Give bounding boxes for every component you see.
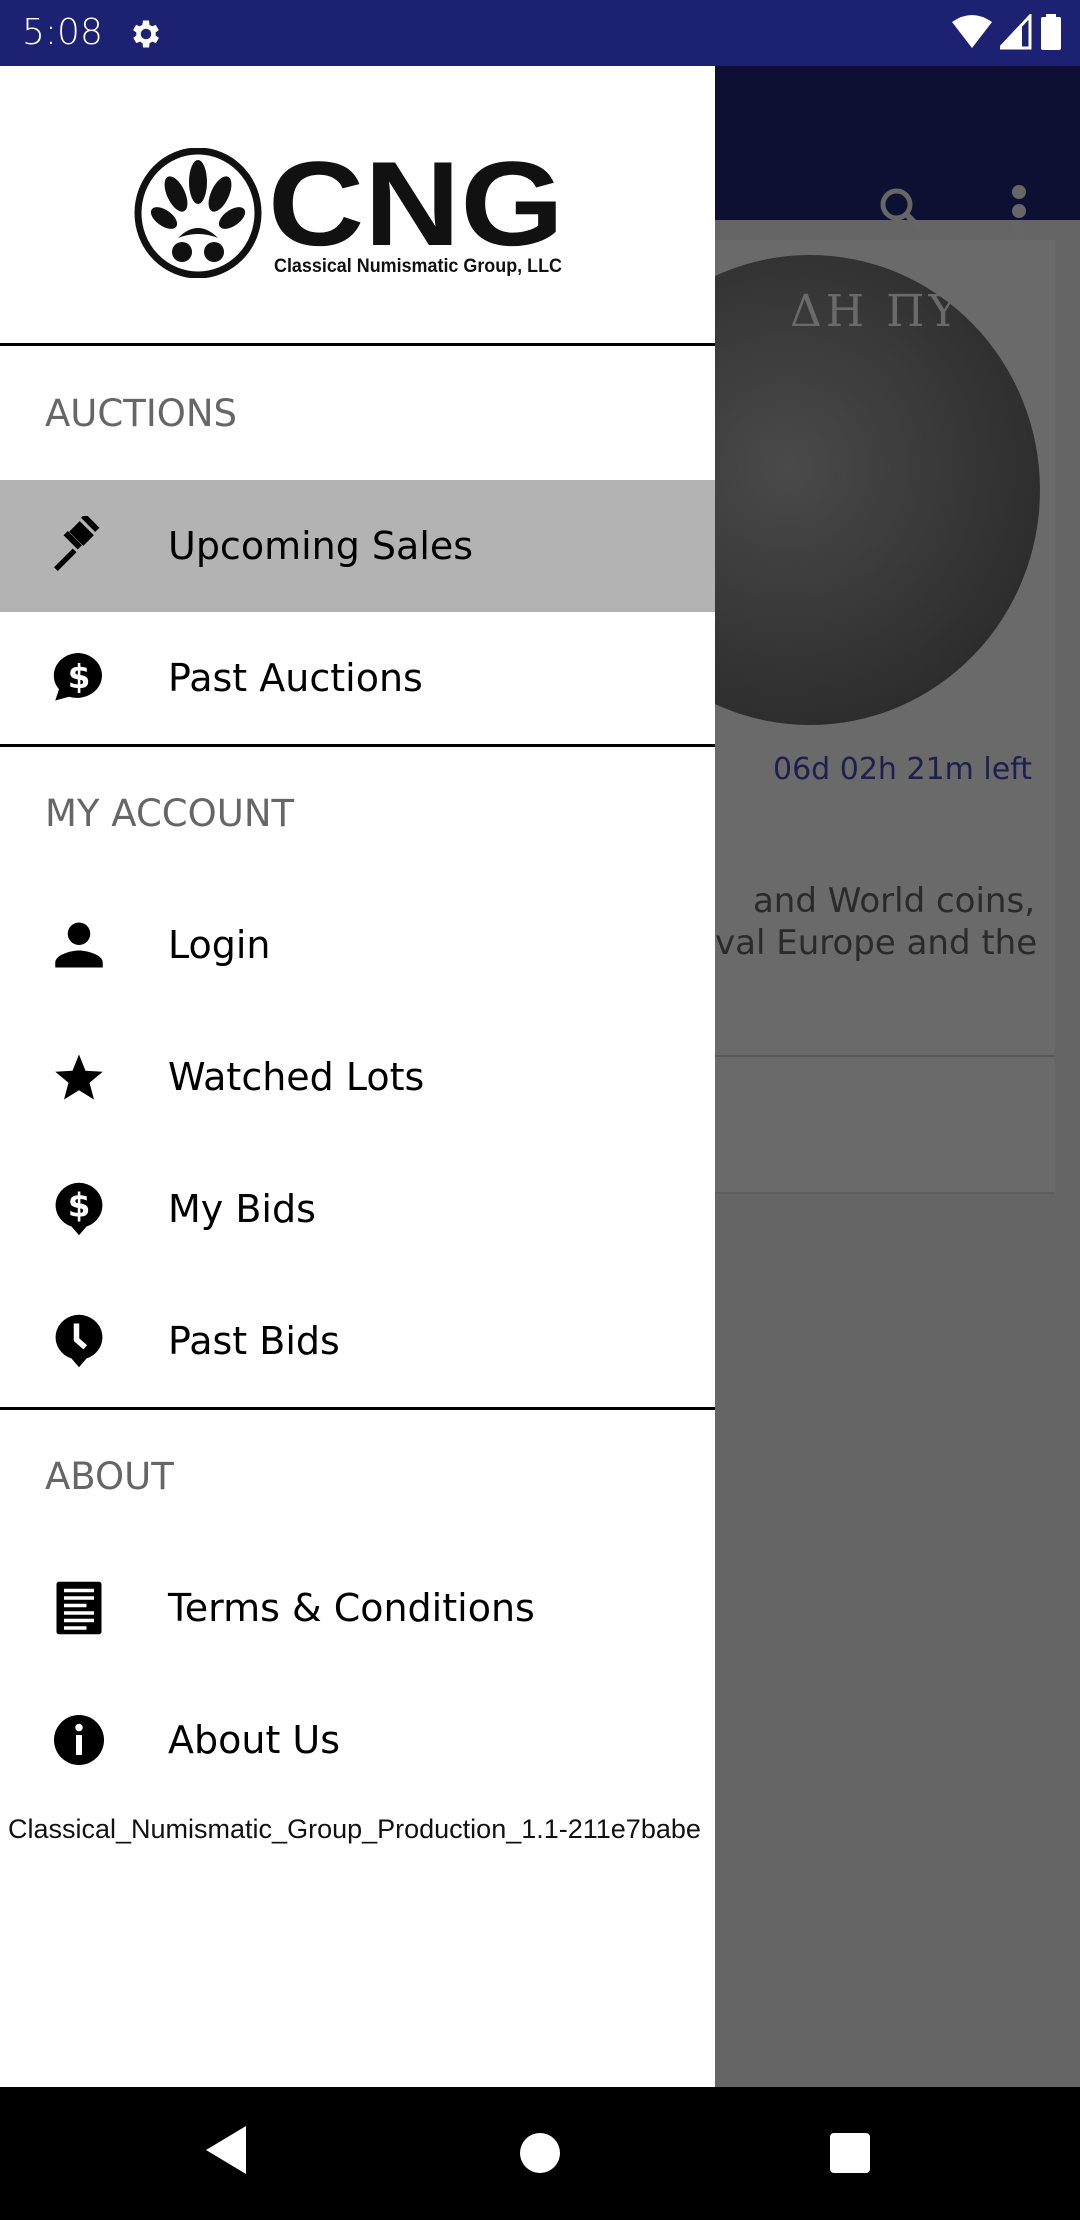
- search-icon[interactable]: [874, 182, 928, 236]
- drawer-item-label: Terms & Conditions: [168, 1586, 535, 1630]
- person-icon: [55, 922, 103, 968]
- logo-text: CNG: [268, 148, 564, 271]
- system-nav-bar: [0, 2087, 1080, 2220]
- star-icon: [55, 1054, 103, 1100]
- app-version: Classical_Numismatic_Group_Production_1.…: [8, 1814, 701, 1844]
- wifi-icon: [952, 15, 992, 48]
- dollar-pin-icon: $: [55, 1182, 103, 1236]
- cng-logo: CNG Classical Numismatic Group, LLC: [134, 148, 564, 278]
- section-label-auctions: AUCTIONS: [45, 391, 238, 435]
- status-bar: 5:08: [0, 0, 1080, 66]
- drawer-item-past-auctions[interactable]: $ Past Auctions: [0, 612, 715, 744]
- gavel-icon: [54, 516, 100, 571]
- status-time: 5:08: [22, 12, 103, 53]
- logo-tagline: Classical Numismatic Group, LLC: [274, 256, 562, 277]
- description-line: val Europe and the: [715, 923, 1038, 963]
- section-label-about: ABOUT: [45, 1454, 174, 1498]
- drawer-item-label: Upcoming Sales: [168, 524, 474, 568]
- back-icon[interactable]: [204, 2124, 250, 2176]
- drawer-item-label: My Bids: [168, 1187, 316, 1231]
- drawer-item-terms[interactable]: Terms & Conditions: [0, 1542, 715, 1674]
- auction-card-next: [700, 1057, 1055, 1194]
- description-line: and World coins,: [752, 881, 1035, 921]
- drawer-item-watched-lots[interactable]: Watched Lots: [0, 1011, 715, 1143]
- document-icon: [56, 1581, 102, 1635]
- drawer-item-label: About Us: [168, 1718, 341, 1762]
- drawer-item-about-us[interactable]: About Us: [0, 1674, 715, 1806]
- signal-icon: [1000, 14, 1032, 50]
- coin-letters: ΔΗ ΠΥ: [790, 286, 962, 337]
- auction-description: and World coins, val Europe and the: [715, 880, 1038, 964]
- svg-text:$: $: [68, 658, 91, 696]
- clock-pin-icon: [55, 1314, 103, 1368]
- recents-icon[interactable]: [830, 2133, 870, 2173]
- drawer-header: CNG Classical Numismatic Group, LLC: [0, 66, 715, 346]
- drawer-item-past-bids[interactable]: Past Bids: [0, 1275, 715, 1407]
- home-icon[interactable]: [520, 2133, 560, 2173]
- svg-text:$: $: [68, 1187, 91, 1225]
- navigation-drawer: CNG Classical Numismatic Group, LLC AUCT…: [0, 66, 715, 2087]
- drawer-item-label: Past Bids: [168, 1319, 340, 1363]
- drawer-item-my-bids[interactable]: $ My Bids: [0, 1143, 715, 1275]
- more-vert-icon[interactable]: [1006, 184, 1032, 238]
- drawer-item-upcoming-sales[interactable]: Upcoming Sales: [0, 480, 715, 612]
- time-left: 06d 02h 21m left: [773, 752, 1032, 787]
- drawer-item-login[interactable]: Login: [0, 879, 715, 1011]
- gear-icon: [133, 20, 159, 48]
- info-icon: [54, 1715, 104, 1765]
- battery-icon: [1041, 14, 1061, 50]
- drawer-item-label: Login: [168, 923, 271, 967]
- drawer-item-label: Past Auctions: [168, 656, 423, 700]
- dollar-chat-icon: $: [53, 652, 102, 701]
- section-label-my-account: MY ACCOUNT: [45, 791, 295, 835]
- drawer-item-label: Watched Lots: [168, 1055, 425, 1099]
